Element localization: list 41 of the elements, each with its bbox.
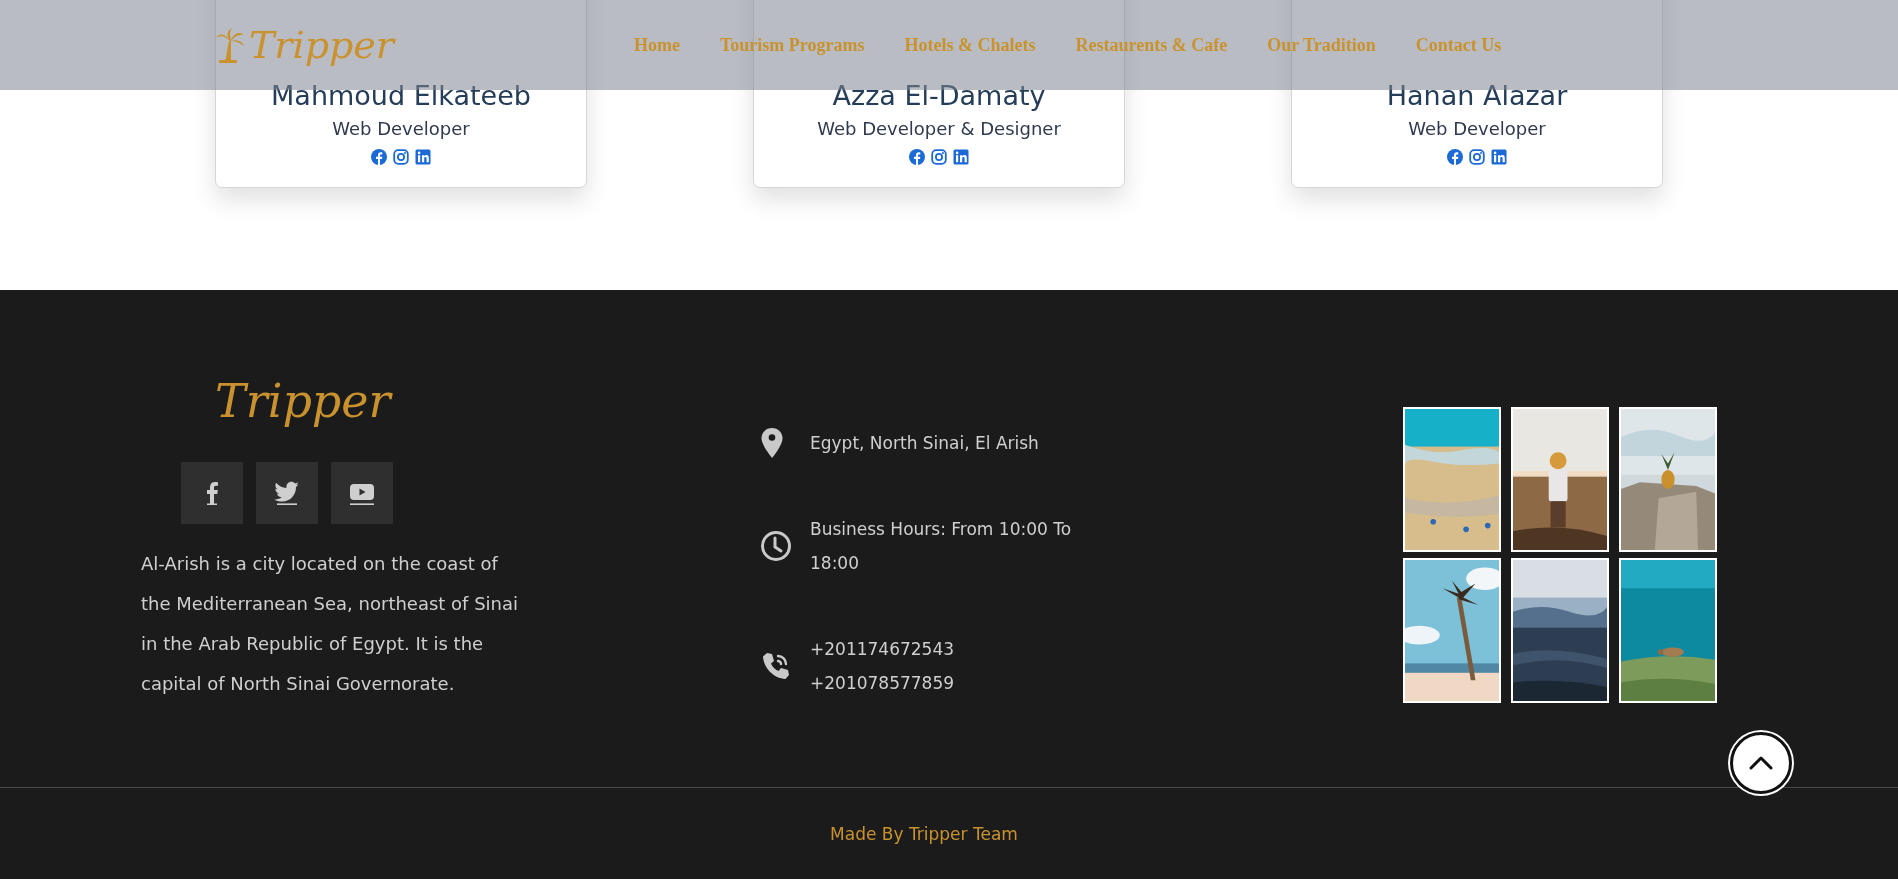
facebook-icon[interactable] — [1447, 149, 1463, 165]
member-role: Web Developer & Designer — [817, 117, 1061, 141]
facebook-icon — [205, 481, 219, 505]
nav-link[interactable]: Our Tradition — [1267, 34, 1376, 56]
phone-icon — [760, 650, 792, 682]
nav-link[interactable]: Hotels & Chalets — [904, 34, 1036, 56]
facebook-icon[interactable] — [371, 149, 387, 165]
instagram-icon[interactable] — [393, 149, 409, 165]
scroll-to-top-button[interactable] — [1730, 732, 1792, 794]
about-text: Al-Arish is a city located on the coast of the Mediterranean Sea, northeast of Sinai in the Arab Republic of Egypt. It is the capital of North Sinai Governorate. — [141, 552, 520, 696]
social-button[interactable] — [256, 462, 318, 524]
palm-tree-icon — [215, 27, 245, 63]
facebook-icon[interactable] — [909, 149, 925, 165]
clock-icon — [760, 530, 792, 562]
contact-text: Business Hours: From 10:00 To 18:00 — [810, 518, 1073, 575]
contact-text: +201078577859 — [810, 672, 956, 695]
footer-logo: Tripper — [215, 373, 394, 430]
contact-text: Egypt, North Sinai, El Arish — [810, 432, 1040, 455]
linkedin-icon[interactable] — [1491, 149, 1507, 165]
member-name: Mahmoud Elkateeb — [271, 79, 531, 113]
logo[interactable]: Tripper — [249, 26, 394, 64]
member-role: Web Developer — [1408, 117, 1546, 141]
nav-link[interactable]: Contact Us — [1415, 34, 1502, 56]
instagram-icon[interactable] — [1469, 149, 1485, 165]
member-role: Web Developer — [332, 117, 470, 141]
social-button[interactable] — [181, 462, 243, 524]
chevron-up-icon — [1748, 755, 1774, 771]
linkedin-icon[interactable] — [415, 149, 431, 165]
social-button[interactable] — [331, 462, 393, 524]
youtube-icon — [349, 481, 375, 505]
member-name: Hanan Alazar — [1386, 79, 1568, 113]
instagram-icon[interactable] — [931, 149, 947, 165]
nav-link[interactable]: Restaurents & Cafe — [1075, 34, 1228, 56]
member-name: Azza El-Damaty — [832, 79, 1046, 113]
twitter-icon — [274, 481, 300, 505]
copyright-text: Made By Tripper Team — [830, 824, 1018, 844]
nav-link[interactable]: Home — [634, 34, 680, 56]
linkedin-icon[interactable] — [953, 149, 969, 165]
contact-text: +201174672543 — [810, 638, 956, 661]
nav-link[interactable]: Tourism Programs — [720, 34, 865, 56]
location-pin-icon — [760, 427, 784, 459]
